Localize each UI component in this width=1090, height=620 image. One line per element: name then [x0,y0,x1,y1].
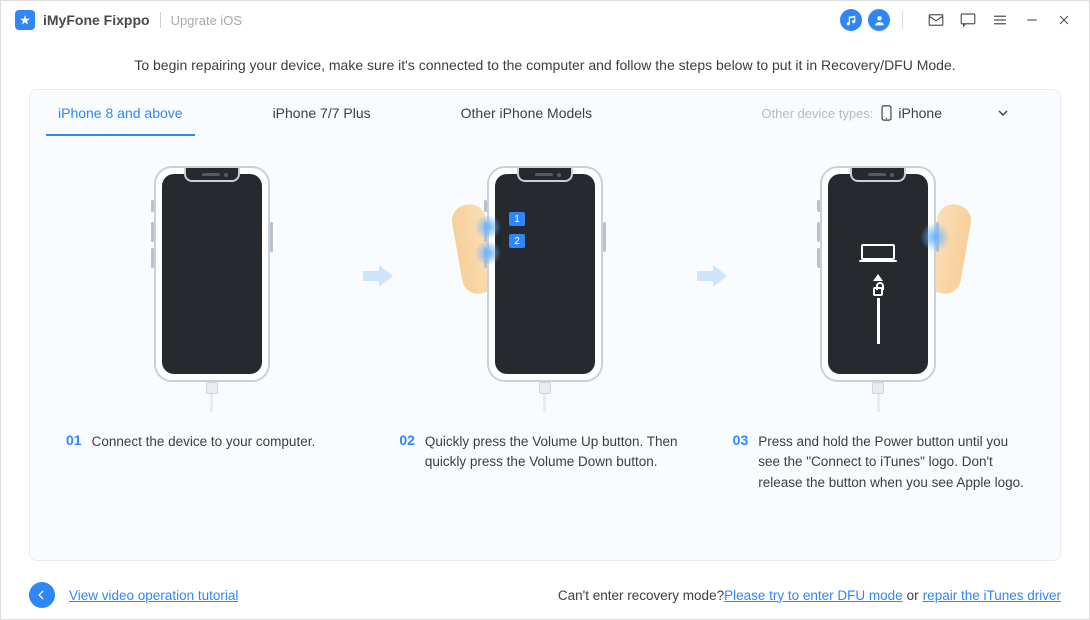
step-number: 02 [399,432,415,473]
step-description: Connect the device to your computer. [92,432,316,452]
cable-icon [871,382,885,412]
close-button[interactable] [1053,9,1075,31]
app-name: iMyFone Fixppo [43,12,150,28]
other-device-types-label: Other device types: [761,106,873,121]
phone-graphic-3 [808,166,948,412]
titlebar: iMyFone Fixppo Upgrate iOS [1,1,1089,39]
tab-iphone7[interactable]: iPhone 7/7 Plus [273,90,371,136]
account-icon[interactable] [868,9,890,31]
content-panel: iPhone 8 and above iPhone 7/7 Plus Other… [29,89,1061,561]
tab-label: iPhone 8 and above [58,105,183,121]
badge-1: 1 [509,212,525,226]
cable-icon [538,382,552,412]
tab-label: iPhone 7/7 Plus [273,105,371,121]
mail-icon[interactable] [925,9,947,31]
title-separator [902,11,903,29]
app-window: iMyFone Fixppo Upgrate iOS To begin repa… [0,0,1090,620]
step-2: 1 2 02 Quickly press the Volume Up butto… [393,166,696,473]
device-tabs: iPhone 8 and above iPhone 7/7 Plus Other… [30,90,1060,136]
repair-driver-link[interactable]: repair the iTunes driver [923,588,1061,603]
app-logo-icon [15,10,35,30]
chevron-down-icon [998,110,1008,116]
arrow-icon [363,166,393,386]
step-3: 03 Press and hold the Power button until… [727,166,1030,493]
step-number: 03 [733,432,749,493]
cable-icon [205,382,219,412]
step-description: Press and hold the Power button until yo… [758,432,1024,493]
tab-other-iphone[interactable]: Other iPhone Models [461,90,593,136]
badge-2: 2 [509,234,525,248]
footer: View video operation tutorial Can't ente… [1,571,1089,619]
music-icon[interactable] [840,9,862,31]
or-text: or [907,588,919,603]
instruction-text: To begin repairing your device, make sur… [1,39,1089,83]
device-select-value: iPhone [898,105,942,121]
device-type-select[interactable]: iPhone [881,105,1032,121]
menu-icon[interactable] [989,9,1011,31]
breadcrumb: Upgrate iOS [171,13,243,28]
tab-label: Other iPhone Models [461,105,593,121]
minimize-button[interactable] [1021,9,1043,31]
arrow-icon [697,166,727,386]
step-1: 01 Connect the device to your computer. [60,166,363,452]
phone-graphic-1 [142,166,282,412]
tutorial-link[interactable]: View video operation tutorial [69,588,238,603]
feedback-icon[interactable] [957,9,979,31]
steps-row: 01 Connect the device to your computer. … [30,136,1060,560]
dfu-mode-link[interactable]: Please try to enter DFU mode [724,588,903,603]
phone-graphic-2: 1 2 [475,166,615,412]
step-description: Quickly press the Volume Up button. Then… [425,432,691,473]
connect-to-itunes-icon [858,244,898,344]
footer-help-text: Can't enter recovery mode? [558,588,724,603]
step-number: 01 [66,432,82,452]
back-button[interactable] [29,582,55,608]
title-divider [160,12,161,28]
tab-iphone8-above[interactable]: iPhone 8 and above [58,90,183,136]
phone-small-icon [881,105,892,121]
